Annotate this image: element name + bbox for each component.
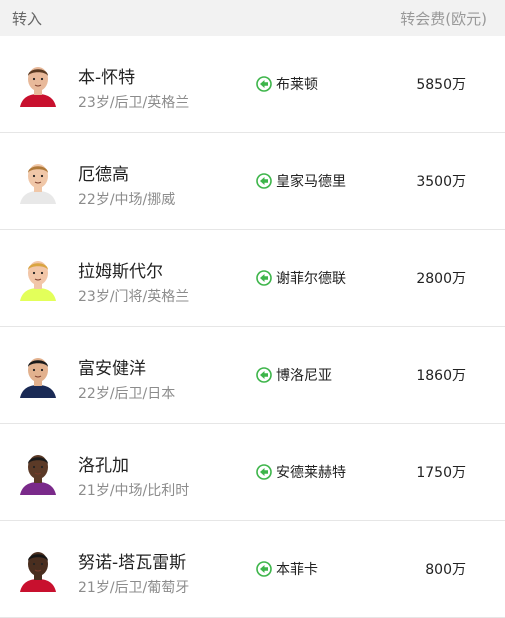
transfer-fee: 800万 bbox=[425, 562, 466, 578]
from-club-label: 皇家马德里 bbox=[276, 174, 346, 190]
transfer-row[interactable]: 努诺-塔瓦雷斯 21岁/后卫/葡萄牙 本菲卡 800万 bbox=[0, 521, 505, 618]
player-meta: 21岁/后卫/葡萄牙 bbox=[78, 580, 190, 596]
from-club-label: 安德莱赫特 bbox=[276, 465, 346, 481]
incoming-arrow-icon bbox=[256, 367, 272, 383]
player-photo-icon bbox=[16, 156, 60, 204]
from-club-label: 谢菲尔德联 bbox=[276, 271, 346, 287]
transfer-fee: 2800万 bbox=[416, 271, 466, 287]
player-name: 本-怀特 bbox=[78, 68, 136, 88]
transfer-row[interactable]: 本-怀特 23岁/后卫/英格兰 布莱顿 5850万 bbox=[0, 36, 505, 133]
transfer-list: 本-怀特 23岁/后卫/英格兰 布莱顿 5850万 厄德高 22岁/中场/挪威 … bbox=[0, 36, 505, 618]
player-meta: 23岁/门将/英格兰 bbox=[78, 289, 190, 305]
transfer-row[interactable]: 富安健洋 22岁/后卫/日本 博洛尼亚 1860万 bbox=[0, 327, 505, 424]
header-title: 转入 bbox=[12, 9, 43, 28]
player-name: 富安健洋 bbox=[78, 359, 146, 379]
incoming-arrow-icon bbox=[256, 561, 272, 577]
player-avatar bbox=[16, 544, 60, 592]
player-meta: 22岁/后卫/日本 bbox=[78, 386, 176, 402]
transfer-row[interactable]: 洛孔加 21岁/中场/比利时 安德莱赫特 1750万 bbox=[0, 424, 505, 521]
from-club: 安德莱赫特 bbox=[256, 462, 346, 482]
transfer-fee: 1750万 bbox=[416, 465, 466, 481]
player-avatar bbox=[16, 447, 60, 495]
player-photo-icon bbox=[16, 544, 60, 592]
from-club: 皇家马德里 bbox=[256, 171, 346, 191]
transfer-header: 转入 转会费(欧元) bbox=[0, 0, 505, 36]
incoming-arrow-icon bbox=[256, 464, 272, 480]
from-club: 谢菲尔德联 bbox=[256, 268, 346, 288]
from-club-label: 布莱顿 bbox=[276, 77, 318, 93]
player-meta: 22岁/中场/挪威 bbox=[78, 192, 176, 208]
player-avatar bbox=[16, 253, 60, 301]
player-photo-icon bbox=[16, 59, 60, 107]
from-club: 布莱顿 bbox=[256, 74, 318, 94]
transfer-fee: 5850万 bbox=[416, 77, 466, 93]
incoming-arrow-icon bbox=[256, 173, 272, 189]
from-club: 本菲卡 bbox=[256, 559, 318, 579]
player-name: 拉姆斯代尔 bbox=[78, 262, 163, 282]
player-meta: 23岁/后卫/英格兰 bbox=[78, 95, 190, 111]
transfer-fee: 1860万 bbox=[416, 368, 466, 384]
header-fee-label: 转会费(欧元) bbox=[400, 9, 487, 28]
from-club-label: 博洛尼亚 bbox=[276, 368, 332, 384]
player-photo-icon bbox=[16, 253, 60, 301]
from-club: 博洛尼亚 bbox=[256, 365, 332, 385]
player-avatar bbox=[16, 350, 60, 398]
player-name: 厄德高 bbox=[78, 165, 129, 185]
from-club-label: 本菲卡 bbox=[276, 562, 318, 578]
player-name: 洛孔加 bbox=[78, 456, 129, 476]
transfer-row[interactable]: 拉姆斯代尔 23岁/门将/英格兰 谢菲尔德联 2800万 bbox=[0, 230, 505, 327]
incoming-arrow-icon bbox=[256, 270, 272, 286]
incoming-arrow-icon bbox=[256, 76, 272, 92]
player-photo-icon bbox=[16, 350, 60, 398]
player-name: 努诺-塔瓦雷斯 bbox=[78, 553, 187, 573]
player-avatar bbox=[16, 156, 60, 204]
transfer-fee: 3500万 bbox=[416, 174, 466, 190]
player-avatar bbox=[16, 59, 60, 107]
player-photo-icon bbox=[16, 447, 60, 495]
transfer-row[interactable]: 厄德高 22岁/中场/挪威 皇家马德里 3500万 bbox=[0, 133, 505, 230]
player-meta: 21岁/中场/比利时 bbox=[78, 483, 190, 499]
